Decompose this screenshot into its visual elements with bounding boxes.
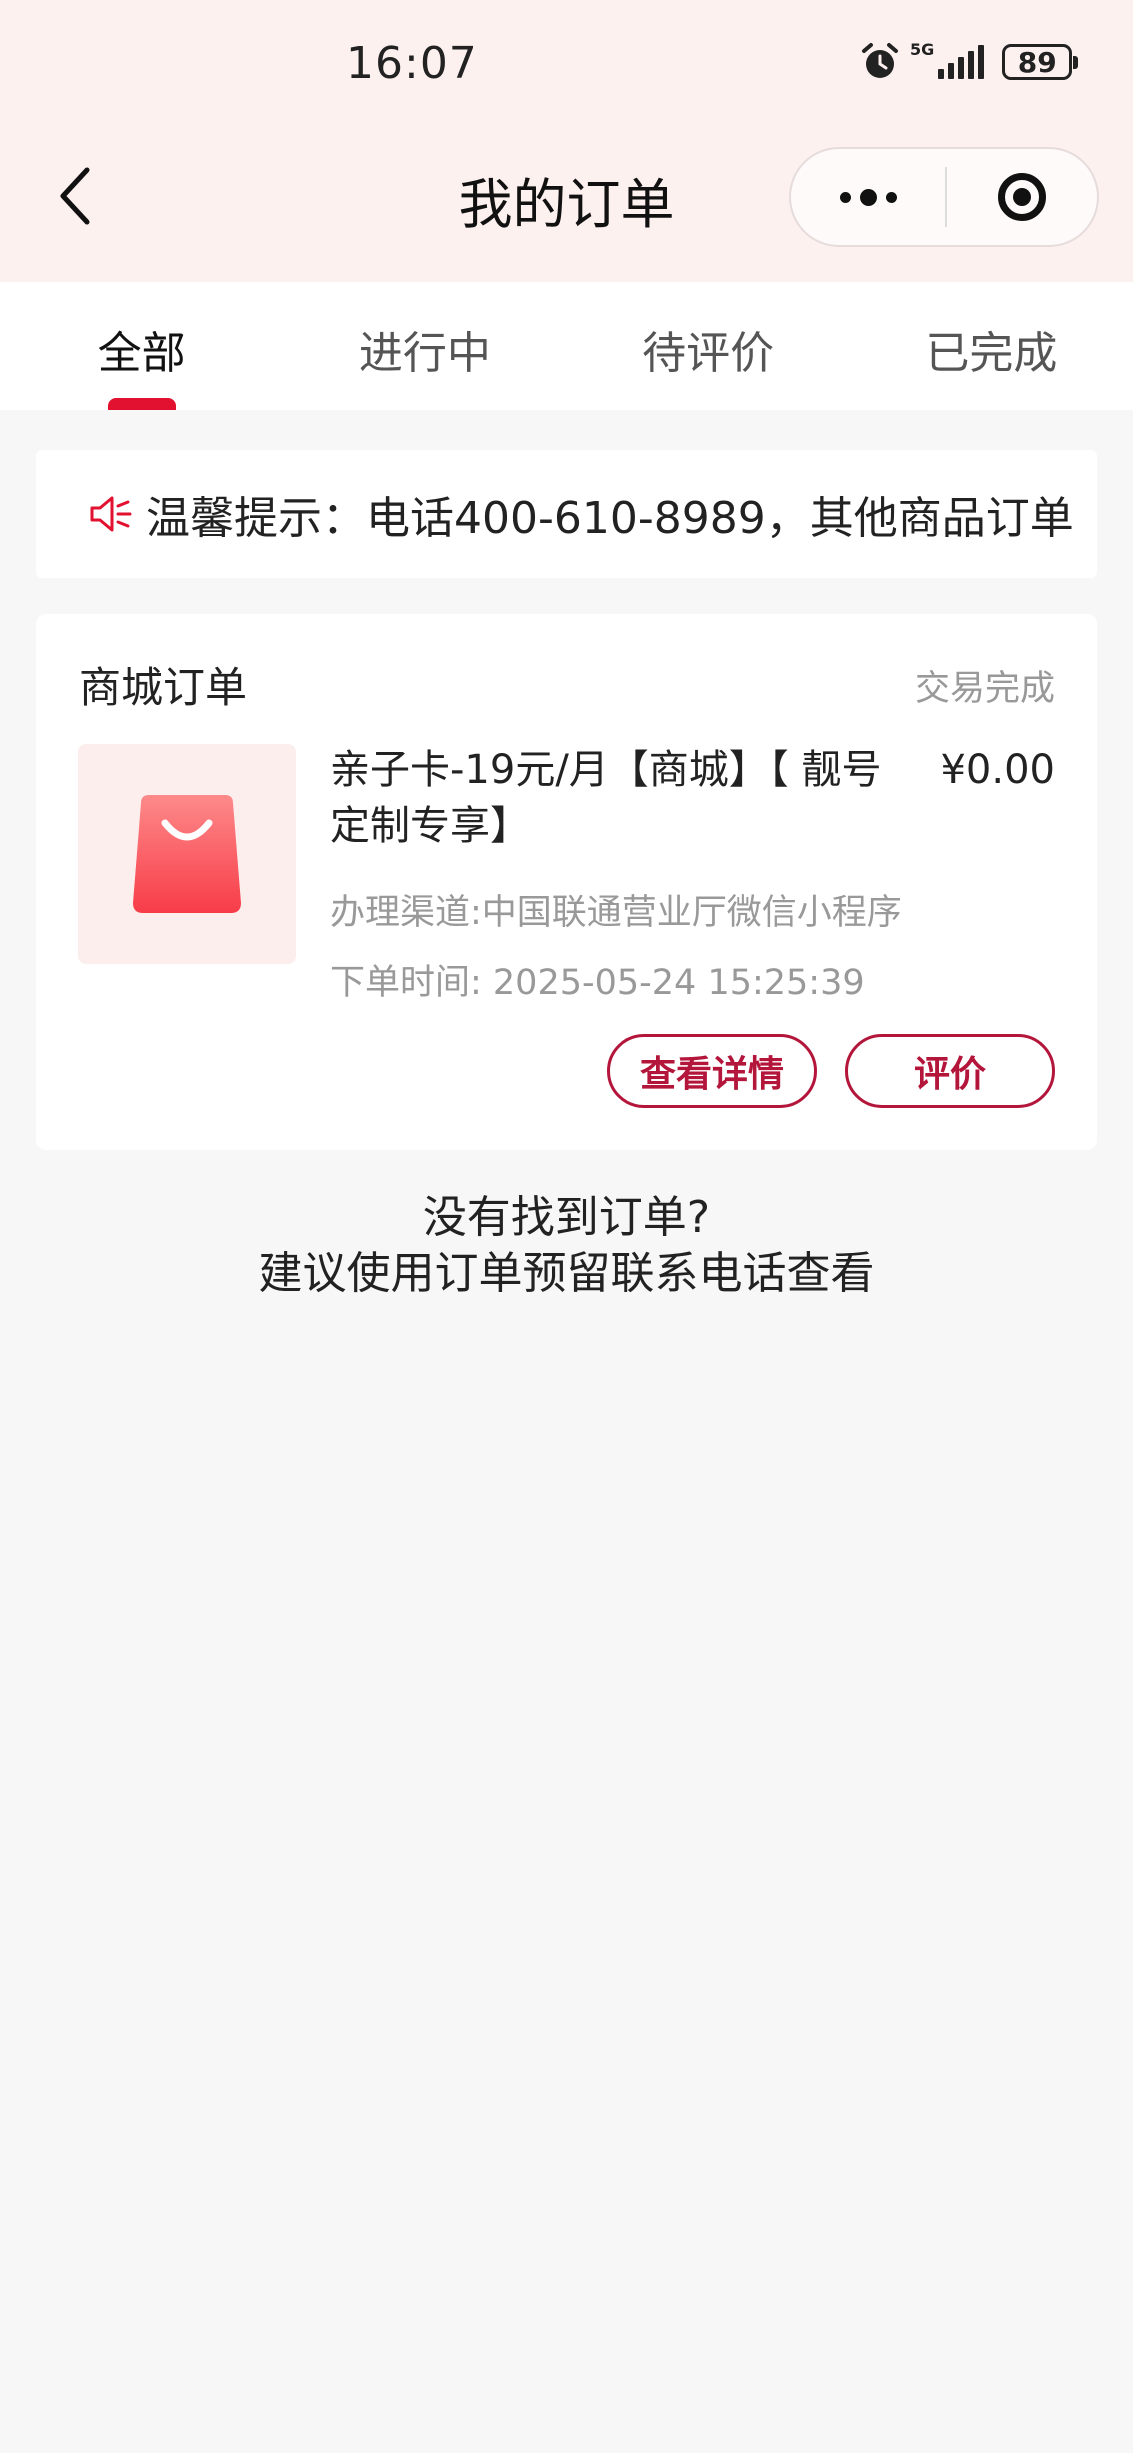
status-time: 16:07	[346, 38, 478, 89]
tab-completed[interactable]: 已完成	[850, 282, 1133, 410]
tab-in-progress[interactable]: 进行中	[283, 282, 566, 410]
speaker-icon	[90, 496, 132, 532]
mini-program-capsule	[789, 147, 1099, 247]
notice-bar: 温馨提示：电话400-610-8989，其他商品订单	[36, 450, 1097, 578]
product-price: ¥0.00	[940, 747, 1055, 793]
order-channel: 办理渠道:中国联通营业厅微信小程序	[330, 893, 902, 933]
active-tab-indicator	[108, 398, 176, 410]
review-button[interactable]: 评价	[845, 1034, 1055, 1108]
close-button[interactable]	[947, 149, 1097, 245]
alarm-icon	[862, 43, 898, 78]
notice-text: 温馨提示：电话400-610-8989，其他商品订单	[146, 493, 1074, 544]
order-section-title: 商城订单	[79, 663, 248, 712]
view-details-button[interactable]: 查看详情	[607, 1034, 817, 1108]
header: 16:07 5G 89 我的订单	[0, 0, 1133, 282]
battery-icon: 89	[1002, 44, 1079, 80]
target-close-icon	[998, 173, 1046, 221]
network-type: 5G	[910, 40, 935, 59]
no-order-hint-line1: 没有找到订单?	[422, 1192, 711, 1243]
tab-to-review[interactable]: 待评价	[567, 282, 850, 410]
product-name: 亲子卡-19元/月【商城】【 靓号定制专享】	[330, 747, 882, 849]
no-order-hint-line2: 建议使用订单预留联系电话查看	[258, 1248, 875, 1299]
no-order-hint: 没有找到订单? 建议使用订单预留联系电话查看	[0, 1190, 1133, 1302]
shopping-bag-icon	[133, 795, 241, 913]
product-image	[78, 744, 296, 964]
battery-level: 89	[1017, 45, 1057, 79]
order-tabs: 全部 进行中 待评价 已完成	[0, 282, 1133, 410]
tab-all[interactable]: 全部	[0, 282, 283, 410]
order-status: 交易完成	[914, 669, 1055, 709]
more-button[interactable]	[791, 149, 945, 245]
order-card[interactable]: 商城订单 交易完成 亲子卡-19元/月【商城】【 靓号定制专享】 ¥0.00 办…	[36, 614, 1097, 1150]
more-dots-icon	[839, 191, 851, 203]
order-time: 下单时间: 2025-05-24 15:25:39	[330, 963, 865, 1003]
status-icons: 5G 89	[860, 36, 1079, 88]
signal-icon	[938, 45, 985, 79]
